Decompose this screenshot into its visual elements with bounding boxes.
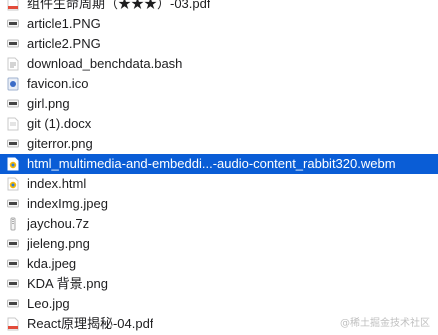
file-name: indexImg.jpeg [27, 196, 108, 211]
file-name: girl.png [27, 96, 70, 111]
watermark: @稀土掘金技术社区 [340, 318, 430, 329]
file-row[interactable]: kda.jpeg [0, 254, 438, 274]
image-icon [7, 97, 19, 111]
file-list: 组件生命周期（★★★）-03.pdf article1.PNG article2.P… [0, 0, 438, 334]
docx-icon [7, 117, 19, 131]
file-name: giterror.png [27, 136, 93, 151]
file-name: html_multimedia-and-embeddi...-audio-con… [27, 156, 396, 171]
file-row[interactable]: favicon.ico [0, 74, 438, 94]
file-name: favicon.ico [27, 76, 89, 91]
script-file-icon [7, 57, 19, 71]
file-row[interactable]: article1.PNG [0, 14, 438, 34]
image-icon [7, 17, 19, 31]
file-row[interactable]: html_multimedia-and-embeddi...-audio-con… [0, 154, 438, 174]
pdf-icon [7, 317, 19, 331]
file-row[interactable]: 组件生命周期（★★★）-03.pdf [0, 0, 438, 14]
file-row[interactable]: Leo.jpg [0, 294, 438, 314]
image-icon [7, 277, 19, 291]
file-name: download_benchdata.bash [27, 56, 183, 71]
file-name: kda.jpeg [27, 256, 77, 271]
file-row[interactable]: KDA 背景.png [0, 274, 438, 294]
file-row[interactable]: jaychou.7z [0, 214, 438, 234]
image-icon [7, 137, 19, 151]
file-row[interactable]: index.html [0, 174, 438, 194]
file-name: KDA 背景.png [27, 276, 108, 291]
chrome-file-icon [7, 157, 19, 171]
ico-icon [7, 77, 19, 91]
file-row[interactable]: jieleng.png [0, 234, 438, 254]
file-name: 组件生命周期（★★★）-03.pdf [27, 0, 211, 11]
archive-icon [7, 217, 19, 231]
image-icon [7, 237, 19, 251]
file-row[interactable]: indexImg.jpeg [0, 194, 438, 214]
file-row[interactable]: git (1).docx [0, 114, 438, 134]
file-name: article2.PNG [27, 36, 101, 51]
file-row[interactable]: article2.PNG [0, 34, 438, 54]
pdf-icon [7, 0, 19, 11]
file-name: React原理揭秘-04.pdf [27, 316, 154, 331]
file-name: article1.PNG [27, 16, 101, 31]
image-icon [7, 37, 19, 51]
file-row[interactable]: girl.png [0, 94, 438, 114]
image-icon [7, 297, 19, 311]
chrome-file-icon [7, 177, 19, 191]
file-name: git (1).docx [27, 116, 92, 131]
file-name: jaychou.7z [27, 216, 90, 231]
file-row[interactable]: download_benchdata.bash [0, 54, 438, 74]
file-row[interactable]: giterror.png [0, 134, 438, 154]
file-name: jieleng.png [27, 236, 90, 251]
image-icon [7, 257, 19, 271]
file-name: Leo.jpg [27, 296, 70, 311]
image-icon [7, 197, 19, 211]
file-name: index.html [27, 176, 87, 191]
